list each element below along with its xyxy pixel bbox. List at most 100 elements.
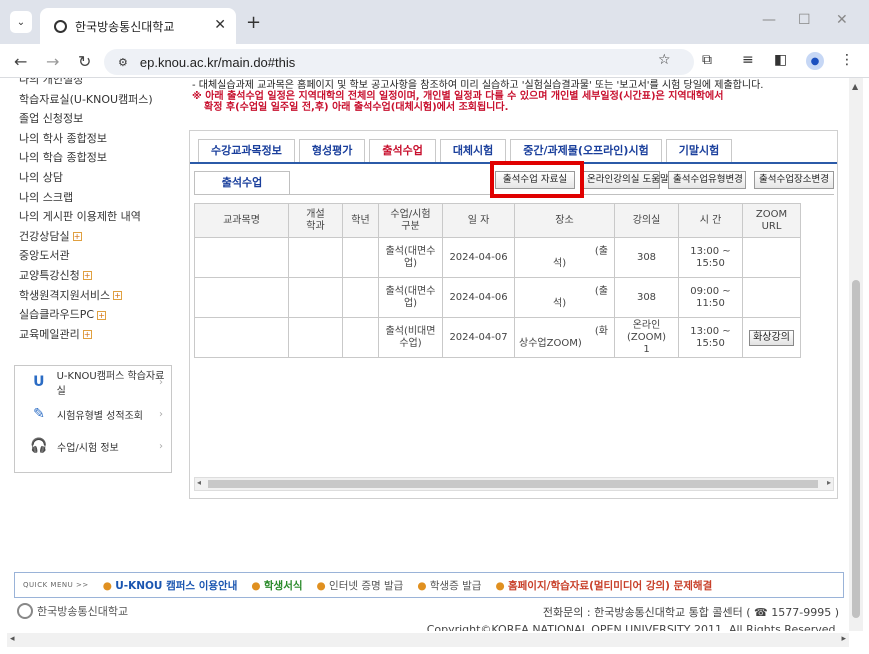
chevron-right-icon: › — [159, 408, 163, 420]
type-cell: 출석(대면수업) — [378, 277, 443, 318]
tab-1[interactable]: 형성평가 — [298, 139, 366, 163]
column-header: 일 자 — [442, 203, 515, 238]
sidebar-item[interactable]: 중앙도서관 — [19, 246, 179, 266]
date-cell: 2024-04-06 — [442, 277, 515, 318]
profile-avatar[interactable]: ● — [806, 52, 824, 70]
room-cell: 308 — [614, 277, 679, 318]
type-change-button[interactable]: 출석수업유형변경 — [668, 171, 746, 189]
column-header: ZOOM URL — [742, 203, 801, 238]
course-cell — [194, 277, 289, 318]
reload-button[interactable]: ↻ — [78, 52, 91, 71]
tab-0[interactable]: 수강교과목정보 — [198, 139, 295, 163]
sidebar-item-label: 학생원격지원서비스 — [19, 288, 111, 302]
notice-line-1: - 대체실습과제 교과목은 홈페이지 및 학보 공고사항을 참조하여 미리 실습… — [192, 80, 764, 91]
course-cell — [194, 237, 289, 278]
footer-copyright: Copyright©KOREA NATIONAL OPEN UNIVERSITY… — [426, 623, 839, 631]
sidebar-item-label: 나의 학사 종합정보 — [19, 131, 107, 145]
tab-4[interactable]: 중간/과제물(오프라인)시험 — [510, 139, 662, 163]
sidebar-item[interactable]: 나의 개인설정 — [19, 78, 179, 90]
notice-line-2: ※ 아래 출석수업 일정은 지역대학의 전체의 일정이며, 개인별 일정과 다를… — [192, 91, 724, 102]
close-tab-icon[interactable]: ✕ — [214, 17, 226, 33]
quick-menu-link[interactable]: ● 학생증 발급 — [417, 578, 481, 593]
tab-search-button[interactable]: ⌄ — [10, 11, 32, 33]
quick-menu: QUICK MENU >> ● U-KNOU 캠퍼스 이용안내 ● 학생서식 ● 인… — [14, 572, 844, 598]
quick-menu-link-text: 홈페이지/학습자료(멀티미디어 강의) 문제해결 — [507, 579, 713, 592]
page-scroll-thumb[interactable] — [852, 280, 860, 618]
date-cell: 2024-04-06 — [442, 237, 515, 278]
sidebar-item[interactable]: 나의 학사 종합정보 — [19, 129, 179, 149]
sub-tab-attendance[interactable]: 출석수업 — [194, 171, 290, 195]
site-info-icon[interactable]: ⚙ — [118, 56, 128, 69]
quick-box-link[interactable]: 🎧 수업/시험 정보 › — [15, 430, 171, 462]
quick-menu-link[interactable]: ● U-KNOU 캠퍼스 이용안내 — [103, 578, 238, 593]
sidebar-item[interactable]: 교육메일관리 + — [19, 325, 179, 345]
sidebar-item[interactable]: 교양특강신청 + — [19, 266, 179, 286]
sidebar-item[interactable]: 학습자료실(U-KNOU캠퍼스) — [19, 90, 179, 110]
maximize-button[interactable]: ☐ — [798, 12, 811, 28]
room-cell: 온라인(ZOOM) 1 — [614, 317, 679, 358]
footer-logo-text: 한국방송통신대학교 — [37, 605, 129, 618]
back-button[interactable]: ← — [14, 52, 27, 71]
close-window-button[interactable]: ✕ — [836, 12, 848, 28]
sidebar-item[interactable]: 나의 게시판 이용제한 내역 — [19, 207, 179, 227]
quick-box-link[interactable]: ✎ 시험유형별 성적조회 › — [15, 398, 171, 430]
zoom-lecture-button[interactable]: 화상강의 — [749, 329, 794, 346]
tab-title: 한국방송통신대학교 — [75, 19, 175, 34]
quick-menu-link-text: 학생증 발급 — [429, 579, 482, 592]
plus-icon[interactable]: + — [113, 291, 123, 301]
plus-icon[interactable]: + — [97, 310, 107, 320]
table-scroll-thumb[interactable] — [208, 480, 818, 488]
dept-cell — [288, 237, 343, 278]
site-favicon-icon — [54, 19, 67, 33]
sidebar-item-label: 실습클라우드PC — [19, 308, 95, 322]
page-vertical-scrollbar[interactable]: ▲ — [849, 78, 863, 631]
reading-list-icon[interactable]: ≡ — [742, 52, 754, 68]
page-content: 나의 개인설정 학습자료실(U-KNOU캠퍼스) 졸업 신청정보나의 학사 종합정보… — [7, 78, 849, 631]
browser-titlebar: ⌄ 한국방송통신대학교 ✕ + — ☐ ✕ — [0, 0, 869, 44]
bullet-icon: ● — [251, 579, 264, 592]
sidebar-item[interactable]: 실습클라우드PC + — [19, 305, 179, 325]
tab-2[interactable]: 출석수업 — [369, 139, 436, 163]
side-panel-icon[interactable]: ◧ — [774, 52, 787, 68]
quick-menu-link[interactable]: ● 홈페이지/학습자료(멀티미디어 강의) 문제해결 — [495, 578, 712, 593]
scroll-left-icon[interactable]: ◂ — [197, 478, 201, 487]
sidebar-item[interactable]: 나의 학습 종합정보 — [19, 148, 179, 168]
online-help-button[interactable]: 온라인강의실 도움말 — [582, 171, 669, 189]
quick-box-link[interactable]: U U-KNOU캠퍼스 학습자료실 › — [15, 366, 171, 398]
place-change-button[interactable]: 출석수업장소변경 — [754, 171, 834, 189]
menu-icon[interactable]: ⋮ — [840, 52, 854, 68]
table-row: 출석(비대면수업) 2024-04-07 (화 상수업ZOOM) 온라인(ZOOM) 1… — [194, 317, 801, 358]
page-horizontal-scrollbar[interactable]: ◂ ▸ — [7, 633, 849, 647]
new-tab-button[interactable]: + — [246, 12, 261, 33]
scroll-up-icon[interactable]: ▲ — [852, 82, 858, 91]
quick-menu-link[interactable]: ● 인터넷 증명 발급 — [317, 578, 404, 593]
scroll-right-icon[interactable]: ▸ — [827, 478, 831, 487]
footer-contact: 전화문의 : 한국방송통신대학교 통합 콜센터 ( ☎ 1577-9995 ) — [542, 606, 839, 619]
forward-button[interactable]: → — [46, 52, 59, 71]
sidebar-item[interactable]: 나의 스크랩 — [19, 188, 179, 208]
sidebar-item[interactable]: 졸업 신청정보 — [19, 109, 179, 129]
sidebar-item[interactable]: 건강상담실 + — [19, 227, 179, 247]
plus-icon[interactable]: + — [72, 232, 82, 242]
plus-icon[interactable]: + — [82, 271, 92, 281]
tab-5[interactable]: 기말시험 — [665, 139, 733, 163]
place-text-top: (화 — [594, 326, 608, 337]
place-text-bottom: 석) — [553, 298, 567, 309]
extensions-icon[interactable]: ⧉ — [702, 52, 712, 68]
page-scroll-left-icon[interactable]: ◂ — [10, 634, 15, 644]
browser-tab[interactable]: 한국방송통신대학교 ✕ — [40, 8, 236, 44]
table-horizontal-scrollbar[interactable]: ◂ ▸ — [194, 477, 834, 491]
minimize-button[interactable]: — — [762, 12, 776, 28]
sidebar-item[interactable]: 학생원격지원서비스 + — [19, 286, 179, 306]
bookmark-star-icon[interactable]: ☆ — [658, 52, 671, 68]
sidebar-item-label: 건강상담실 — [19, 229, 70, 243]
footer-logo[interactable]: 한국방송통신대학교 — [17, 603, 128, 619]
url-box[interactable]: ⚙ ep.knou.ac.kr/main.do#this — [104, 49, 694, 75]
tab-3[interactable]: 대체시험 — [439, 139, 507, 163]
page-scroll-right-icon[interactable]: ▸ — [841, 634, 846, 644]
plus-icon[interactable]: + — [82, 330, 92, 340]
sidebar-item[interactable]: 나의 상담 — [19, 168, 179, 188]
grade-cell — [342, 277, 379, 318]
quick-menu-link[interactable]: ● 학생서식 — [251, 578, 302, 593]
date-cell: 2024-04-07 — [442, 317, 515, 358]
